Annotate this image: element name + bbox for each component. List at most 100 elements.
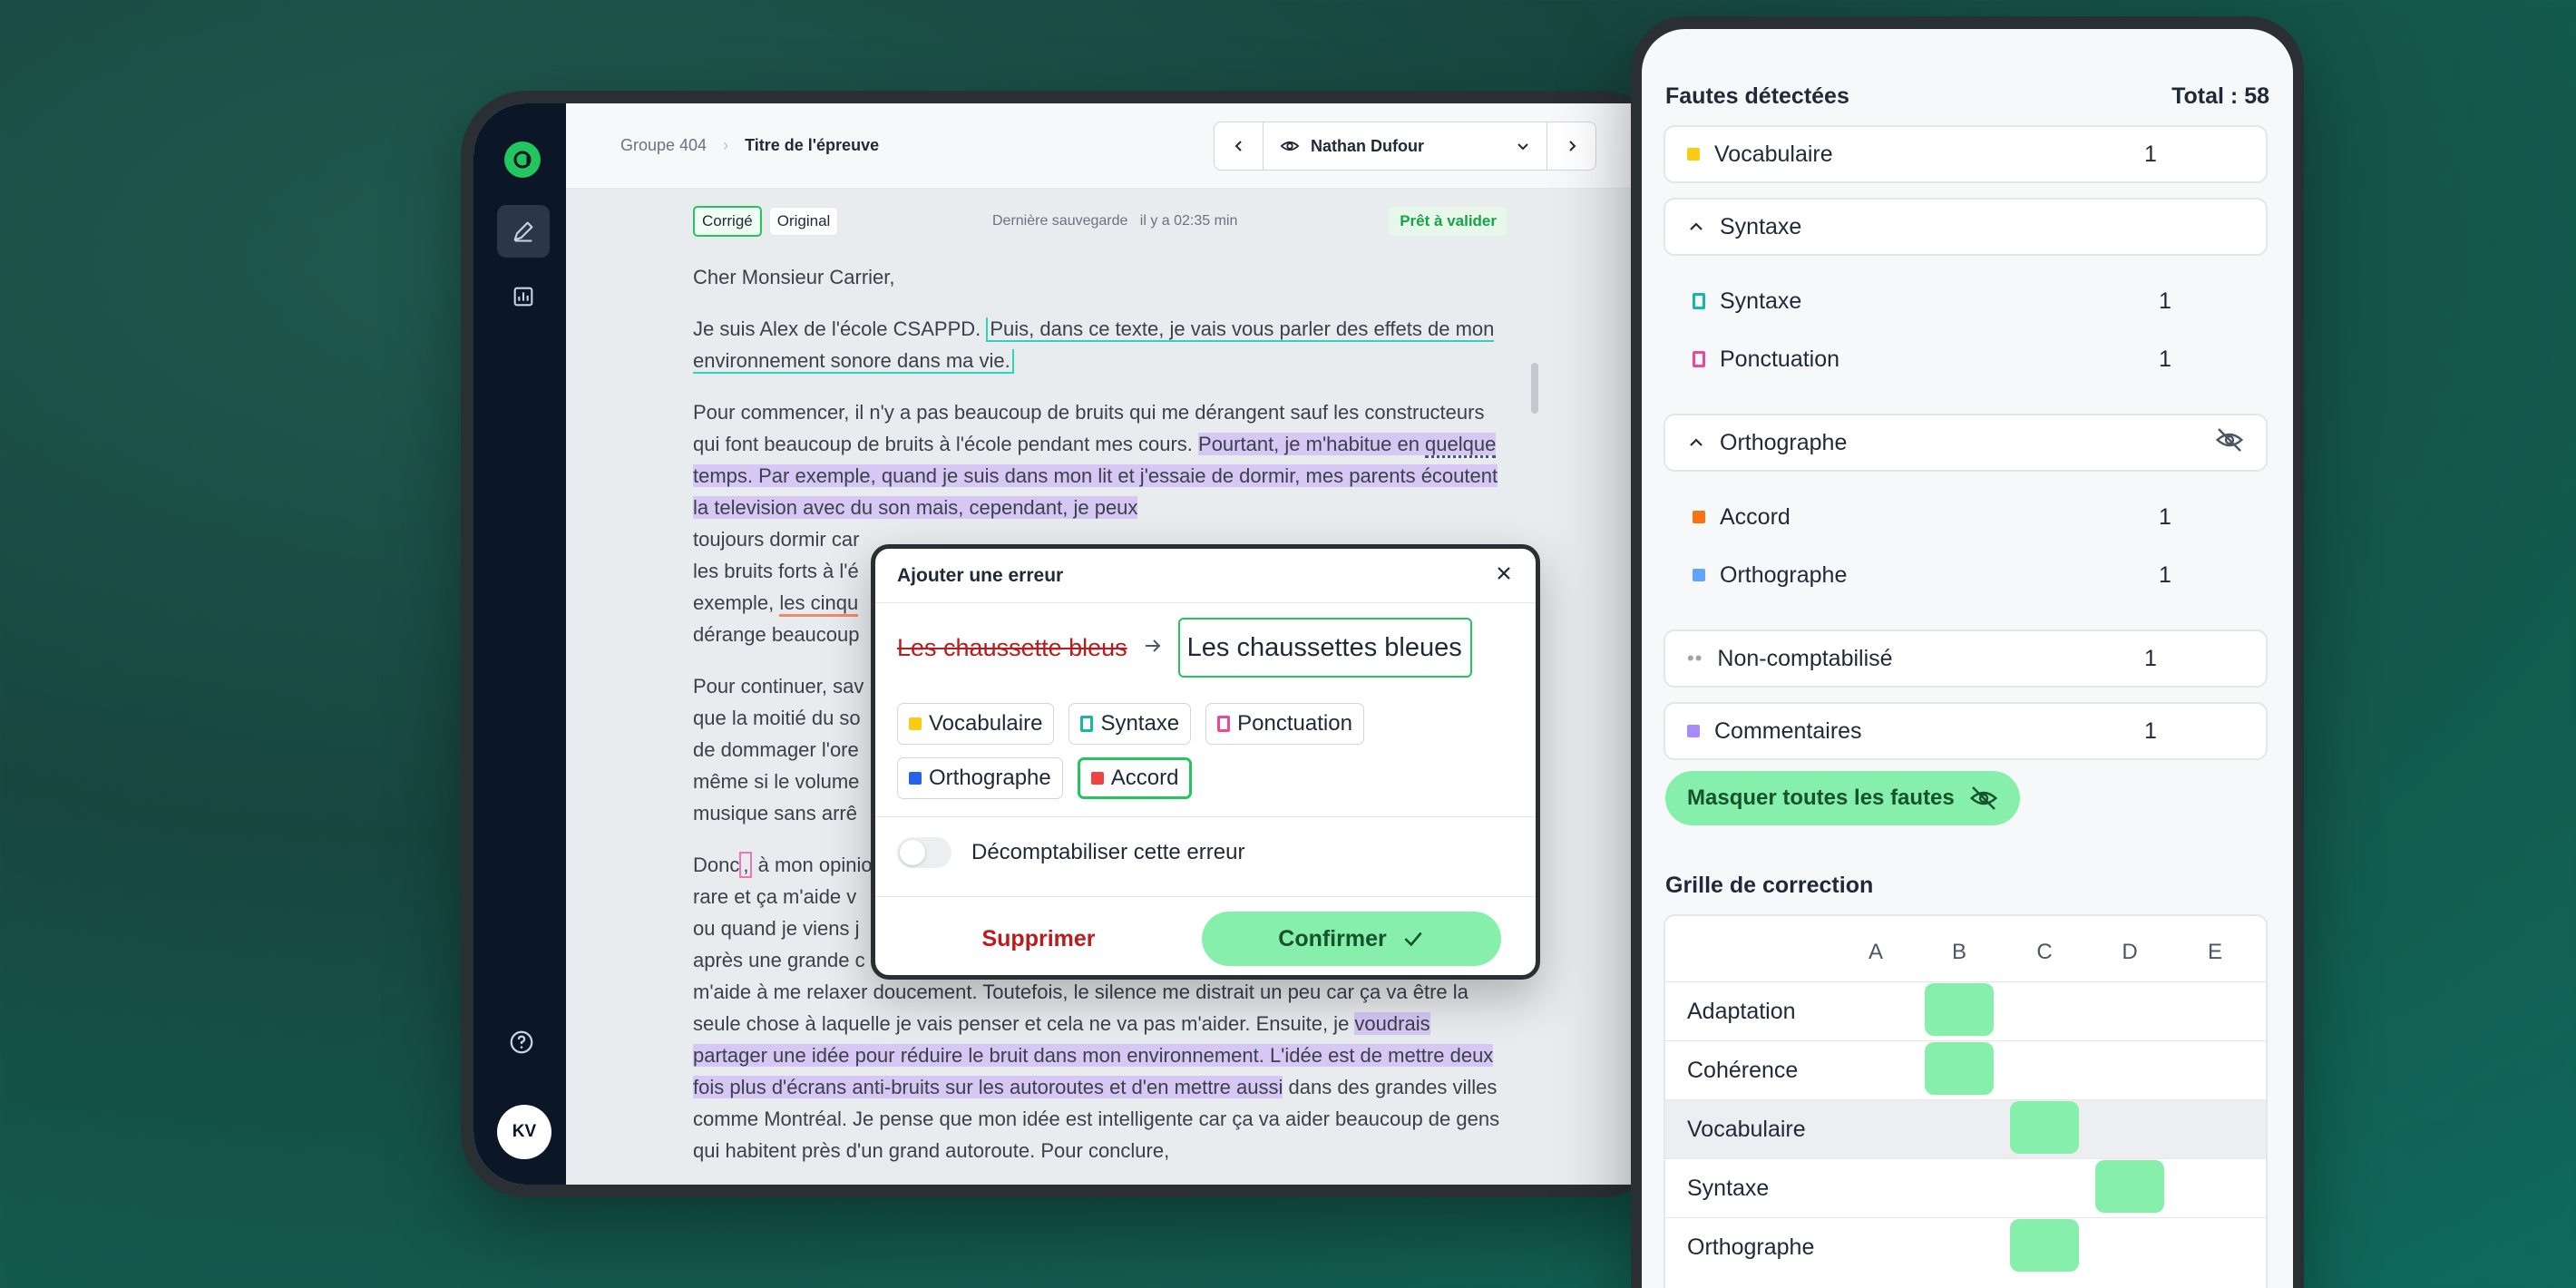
grade-cell[interactable] xyxy=(1925,1042,1994,1095)
chip-label: Vocabulaire xyxy=(929,711,1043,736)
text-segment: à mon opinio xyxy=(752,854,873,876)
grid-row: Cohérence xyxy=(1665,1040,2266,1099)
help-icon[interactable] xyxy=(508,1029,535,1060)
ready-status-badge: Prêt à valider xyxy=(1389,207,1508,236)
side-device: Fautes détectées Total : 58 Vocabulaire … xyxy=(1631,16,2304,1288)
app-logo-icon[interactable] xyxy=(504,141,541,178)
category-commentaires[interactable]: Commentaires 1 xyxy=(1664,702,2268,760)
category-label: Vocabulaire xyxy=(1714,141,1833,167)
grading-grid: A B C D E Adaptation Cohérence Vocabulai… xyxy=(1664,914,2268,1288)
breadcrumb-group[interactable]: Groupe 404 xyxy=(620,136,707,155)
category-non-comptabilise[interactable]: •• Non-comptabilisé 1 xyxy=(1664,629,2268,688)
grid-row-label: Cohérence xyxy=(1687,1058,1799,1083)
next-student-button[interactable] xyxy=(1547,122,1595,170)
chip-accord[interactable]: Accord xyxy=(1077,757,1193,799)
chevron-left-icon xyxy=(1234,141,1242,151)
delete-button[interactable]: Supprimer xyxy=(875,926,1202,952)
text-segment: dérange beaucoup xyxy=(693,623,860,646)
category-label: Commentaires xyxy=(1714,717,1862,744)
dialog-header: Ajouter une erreur xyxy=(875,549,1536,603)
chevron-right-icon xyxy=(1568,141,1576,151)
breadcrumb-chevron-icon: › xyxy=(723,136,729,154)
category-group-syntaxe[interactable]: Syntaxe xyxy=(1664,198,2268,256)
grid-row: Vocabulaire xyxy=(1665,1099,2266,1158)
toggle-knob xyxy=(900,840,925,865)
square-icon xyxy=(1090,772,1104,785)
divider xyxy=(875,816,1536,817)
subcategory-syntaxe[interactable]: Syntaxe 1 xyxy=(1664,276,2268,327)
dots-icon: •• xyxy=(1687,647,1703,669)
chip-orthographe[interactable]: Orthographe xyxy=(897,757,1063,799)
tab-original[interactable]: Original xyxy=(768,207,839,236)
text-segment: toujours dormir car xyxy=(693,528,860,551)
grade-cell[interactable] xyxy=(1925,983,1994,1036)
grade-cell[interactable] xyxy=(2095,1160,2164,1213)
confirm-button[interactable]: Confirmer xyxy=(1202,912,1501,966)
exclude-error-toggle[interactable] xyxy=(897,837,951,868)
text-segment: m'aide à me relaxer doucement. Toutefois… xyxy=(693,981,1469,1035)
grid-row-label: Vocabulaire xyxy=(1687,1117,1806,1142)
category-vocabulaire[interactable]: Vocabulaire 1 xyxy=(1664,125,2268,183)
grade-cell[interactable] xyxy=(2010,1101,2079,1154)
grid-column-label: D xyxy=(2122,940,2138,964)
bracket-icon xyxy=(1693,351,1705,367)
document-toolbar: Corrigé Original Dernière sauvegarde il … xyxy=(693,205,1508,238)
text-segment: rare et ça m'aide v xyxy=(693,885,857,908)
text-segment: Donc xyxy=(693,854,740,876)
subcategory-label: Orthographe xyxy=(1720,561,1848,588)
dialog-actions: Supprimer Confirmer xyxy=(875,903,1536,975)
grid-row-label: Syntaxe xyxy=(1687,1176,1770,1201)
stats-chart-icon[interactable] xyxy=(497,270,550,323)
user-avatar[interactable]: KV xyxy=(497,1105,551,1159)
chip-label: Ponctuation xyxy=(1237,711,1352,736)
text-segment: musique sans arrê xyxy=(693,802,857,825)
student-navigator: Nathan Dufour xyxy=(1214,122,1596,171)
text-segment: Pourtant, je m'habitue en xyxy=(1198,433,1426,455)
bracket-icon xyxy=(1217,716,1231,732)
agreement-error-mark[interactable]: les cinqu xyxy=(779,591,859,617)
category-label: Orthographe xyxy=(1720,429,1848,455)
hide-all-errors-button[interactable]: Masquer toutes les fautes xyxy=(1665,771,2020,825)
correction-input[interactable]: Les chaussettes bleues xyxy=(1177,618,1472,678)
panel-title: Fautes détectées xyxy=(1665,83,1849,109)
chip-ponctuation[interactable]: Ponctuation xyxy=(1205,703,1364,745)
previous-student-button[interactable] xyxy=(1215,122,1264,170)
text-segment: exemple, xyxy=(693,591,780,614)
last-save-info: Dernière sauvegarde il y a 02:35 min xyxy=(992,213,1237,229)
square-icon xyxy=(1693,511,1705,523)
breadcrumb: Groupe 404 › Titre de l'épreuve xyxy=(620,136,879,155)
chip-syntaxe[interactable]: Syntaxe xyxy=(1068,703,1192,745)
subcategory-count: 1 xyxy=(2159,561,2171,588)
text-segment: de dommager l'ore xyxy=(693,738,859,761)
eye-off-icon[interactable] xyxy=(2215,425,2244,461)
category-label: Syntaxe xyxy=(1720,213,1802,239)
top-bar: Groupe 404 › Titre de l'épreuve Nathan D… xyxy=(566,103,1654,189)
subcategory-orthographe[interactable]: Orthographe 1 xyxy=(1664,550,2268,600)
category-group-orthographe[interactable]: Orthographe xyxy=(1664,414,2268,472)
close-icon[interactable] xyxy=(1494,563,1514,589)
grade-cell[interactable] xyxy=(2010,1219,2079,1272)
punctuation-error-mark[interactable]: , xyxy=(739,852,753,878)
exclude-error-row: Décomptabiliser cette erreur xyxy=(897,837,1244,868)
grid-row: Adaptation xyxy=(1665,981,2266,1040)
student-select[interactable]: Nathan Dufour xyxy=(1264,122,1547,170)
original-text: Les chaussette bleus xyxy=(897,633,1127,661)
subcategory-label: Ponctuation xyxy=(1720,346,1840,372)
subcategory-count: 1 xyxy=(2159,288,2171,314)
correction-pen-icon[interactable] xyxy=(497,205,550,258)
spelling-error-mark[interactable]: quelque xyxy=(1425,433,1497,458)
last-save-time: il y a 02:35 min xyxy=(1139,213,1238,229)
grid-column-label: B xyxy=(1951,940,1966,964)
chip-vocabulaire[interactable]: Vocabulaire xyxy=(897,703,1055,745)
eye-icon xyxy=(1280,141,1300,151)
tab-corrected[interactable]: Corrigé xyxy=(693,206,762,237)
text-segment: Je suis Alex de l'école CSAPPD. xyxy=(693,317,987,340)
eye-off-icon xyxy=(1969,786,1997,810)
square-icon xyxy=(909,772,922,785)
document-scrollbar[interactable] xyxy=(1531,363,1538,414)
errors-panel: Fautes détectées Total : 58 Vocabulaire … xyxy=(1642,29,2293,1288)
subcategory-count: 1 xyxy=(2159,346,2171,372)
subcategory-ponctuation[interactable]: Ponctuation 1 xyxy=(1664,334,2268,385)
essay-greeting: Cher Monsieur Carrier, xyxy=(693,266,895,288)
subcategory-accord[interactable]: Accord 1 xyxy=(1664,492,2268,542)
